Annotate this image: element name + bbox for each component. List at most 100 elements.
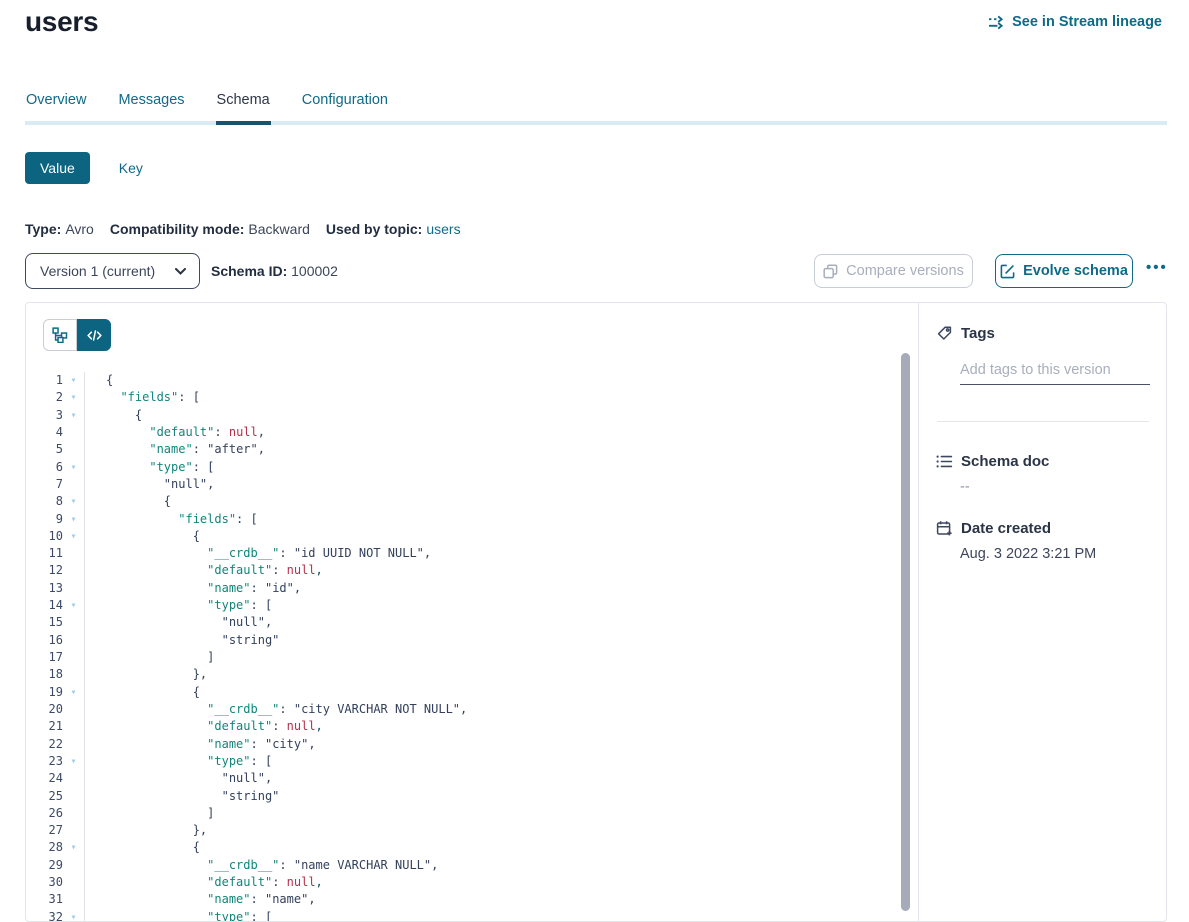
tab-configuration[interactable]: Configuration [301, 88, 389, 121]
type-field: Type:Avro [25, 221, 94, 237]
code-line: 2▾ "fields": [ [26, 389, 918, 406]
code-text: "string" [85, 788, 279, 805]
fold-gutter [63, 424, 85, 441]
code-text: "name": "after", [85, 441, 265, 458]
code-text: "type": [ [85, 459, 214, 476]
code-line: 14▾ "type": [ [26, 597, 918, 614]
fold-gutter [63, 441, 85, 458]
see-in-stream-lineage-link[interactable]: See in Stream lineage [988, 14, 1162, 30]
add-tags-input[interactable] [960, 362, 1150, 385]
evolve-schema-button[interactable]: Evolve schema [995, 254, 1133, 288]
line-number: 12 [26, 562, 63, 579]
line-number: 15 [26, 614, 63, 631]
line-number: 20 [26, 701, 63, 718]
line-number: 7 [26, 476, 63, 493]
fold-arrow-icon[interactable]: ▾ [63, 459, 85, 476]
code-text: "name": "name", [85, 891, 316, 908]
fold-arrow-icon[interactable]: ▾ [63, 493, 85, 510]
used-by-topic-field: Used by topic:users [326, 221, 461, 237]
fold-arrow-icon[interactable]: ▾ [63, 511, 85, 528]
more-options-button[interactable]: ••• [1146, 258, 1168, 278]
line-number: 9 [26, 511, 63, 528]
code-text: { [85, 407, 142, 424]
code-text: "string" [85, 632, 279, 649]
code-view-button[interactable] [77, 319, 111, 351]
fold-gutter [63, 666, 85, 683]
code-line: 25 "string" [26, 788, 918, 805]
schema-doc-section-header: Schema doc [919, 453, 1166, 470]
tab-schema[interactable]: Schema [216, 88, 271, 125]
fold-arrow-icon[interactable]: ▾ [63, 528, 85, 545]
code-line: 20 "__crdb__": "city VARCHAR NOT NULL", [26, 701, 918, 718]
code-line: 7 "null", [26, 476, 918, 493]
fold-gutter [63, 580, 85, 597]
fold-arrow-icon[interactable]: ▾ [63, 407, 85, 424]
line-number: 16 [26, 632, 63, 649]
tree-view-icon [52, 327, 68, 343]
fold-arrow-icon[interactable]: ▾ [63, 684, 85, 701]
code-text: "type": [ [85, 909, 272, 922]
fold-gutter [63, 476, 85, 493]
line-number: 1 [26, 372, 63, 389]
fold-arrow-icon[interactable]: ▾ [63, 839, 85, 856]
code-text: "name": "id", [85, 580, 301, 597]
code-line: 32▾ "type": [ [26, 909, 918, 922]
fold-gutter [63, 805, 85, 822]
fold-arrow-icon[interactable]: ▾ [63, 372, 85, 389]
code-text: ] [85, 649, 214, 666]
line-number: 10 [26, 528, 63, 545]
fold-gutter [63, 562, 85, 579]
compare-versions-button[interactable]: Compare versions [814, 254, 973, 288]
editor-view-toggle [43, 319, 111, 351]
fold-gutter [63, 822, 85, 839]
code-line: 28▾ { [26, 839, 918, 856]
tab-messages[interactable]: Messages [117, 88, 185, 121]
code-text: "default": null, [85, 718, 323, 735]
code-line: 22 "name": "city", [26, 736, 918, 753]
value-toggle-button[interactable]: Value [25, 152, 90, 184]
fold-gutter [63, 614, 85, 631]
fold-arrow-icon[interactable]: ▾ [63, 597, 85, 614]
line-number: 25 [26, 788, 63, 805]
fold-gutter [63, 545, 85, 562]
code-text: "__crdb__": "name VARCHAR NULL", [85, 857, 438, 874]
list-icon [936, 453, 953, 470]
code-line: 9▾ "fields": [ [26, 511, 918, 528]
schema-info-sidebar: Tags Schema doc -- Date created [919, 303, 1166, 921]
code-text: "fields": [ [85, 389, 200, 406]
line-number: 4 [26, 424, 63, 441]
fold-arrow-icon[interactable]: ▾ [63, 909, 85, 922]
fold-gutter [63, 632, 85, 649]
line-number: 14 [26, 597, 63, 614]
line-number: 28 [26, 839, 63, 856]
tree-view-button[interactable] [43, 319, 77, 351]
line-number: 8 [26, 493, 63, 510]
code-line: 27 }, [26, 822, 918, 839]
schema-editor: 1▾{2▾ "fields": [3▾ {4 "default": null,5… [26, 303, 919, 921]
line-number: 32 [26, 909, 63, 922]
fold-gutter [63, 874, 85, 891]
topic-link[interactable]: users [426, 221, 460, 237]
code-text: { [85, 372, 113, 389]
version-select[interactable]: Version 1 (current) [25, 253, 200, 289]
code-text: "name": "city", [85, 736, 316, 753]
tab-overview[interactable]: Overview [25, 88, 87, 121]
line-number: 30 [26, 874, 63, 891]
code-line: 21 "default": null, [26, 718, 918, 735]
fold-arrow-icon[interactable]: ▾ [63, 389, 85, 406]
schema-doc-value: -- [960, 479, 1166, 495]
code-line: 1▾{ [26, 372, 918, 389]
editor-scrollbar-thumb[interactable] [901, 353, 910, 911]
fold-arrow-icon[interactable]: ▾ [63, 753, 85, 770]
line-number: 24 [26, 770, 63, 787]
date-created-value: Aug. 3 2022 3:21 PM [960, 546, 1166, 562]
code-lines: 1▾{2▾ "fields": [3▾ {4 "default": null,5… [26, 372, 918, 922]
key-toggle-button[interactable]: Key [119, 160, 143, 176]
code-text: "fields": [ [85, 511, 258, 528]
code-text: "default": null, [85, 874, 323, 891]
fold-gutter [63, 701, 85, 718]
line-number: 5 [26, 441, 63, 458]
code-text: { [85, 839, 200, 856]
compatibility-field: Compatibility mode:Backward [110, 221, 310, 237]
stream-lineage-icon [988, 15, 1005, 30]
